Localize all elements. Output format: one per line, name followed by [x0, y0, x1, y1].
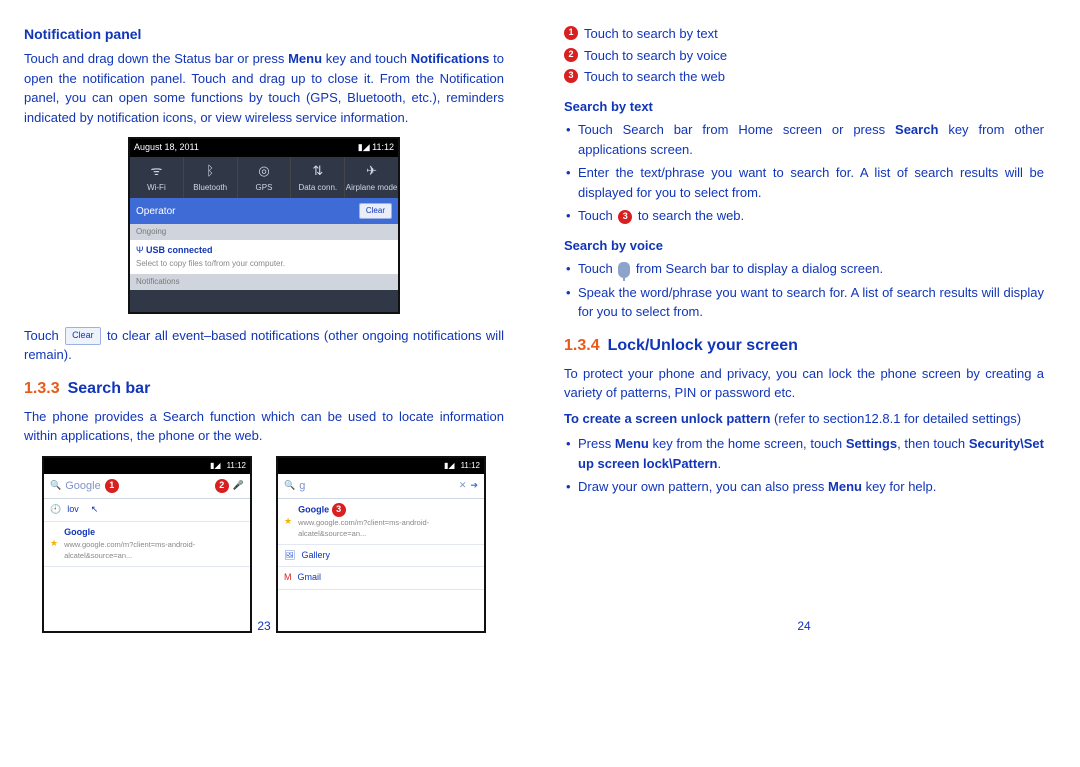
search-by-voice-heading: Search by voice	[564, 236, 1044, 256]
search-bar-paragraph: The phone provides a Search function whi…	[24, 407, 504, 446]
operator-label: Operator	[136, 204, 175, 219]
callout-3: 3	[332, 503, 346, 517]
google-brand: Google	[65, 478, 100, 495]
create-pattern-line: To create a screen unlock pattern (refer…	[564, 409, 1044, 429]
lock-paragraph: To protect your phone and privacy, you c…	[564, 364, 1044, 403]
sbv-bullet-2: Speak the word/phrase you want to search…	[564, 283, 1044, 322]
search-by-text-heading: Search by text	[564, 97, 1044, 117]
page-left: Notification panel Touch and drag down t…	[24, 24, 504, 643]
notification-panel-heading: Notification panel	[24, 24, 504, 45]
callout-legend: 1Touch to search by text 2Touch to searc…	[564, 24, 1044, 87]
wifi-icon: ᯤ	[130, 161, 183, 181]
screenshot-search-1: ▮◢11:12 🔍 Google 1 2 🎤 🕘lov↖ ★ Googlewww…	[42, 456, 252, 633]
query-text: g	[299, 478, 305, 495]
signal-icon: ▮◢	[444, 460, 455, 472]
bluetooth-icon: ᛒ	[184, 161, 237, 181]
signal-icon: ▮◢	[358, 142, 370, 152]
star-icon: ★	[50, 537, 58, 551]
mic-icon: 🎤	[233, 479, 244, 493]
clock-icon: 🕘	[50, 503, 61, 517]
search-icon: 🔍	[50, 479, 61, 493]
sbv-bullet-1: Touch from Search bar to display a dialo…	[564, 259, 1044, 279]
callout-1: 1	[105, 479, 119, 493]
search-screenshots-row: ▮◢11:12 🔍 Google 1 2 🎤 🕘lov↖ ★ Googlewww…	[24, 456, 504, 633]
go-icon: ➔	[470, 479, 478, 493]
arrow-icon: ↖	[91, 503, 99, 517]
page-right: 1Touch to search by text 2Touch to searc…	[564, 24, 1044, 643]
airplane-icon: ✈	[345, 161, 398, 181]
star-icon: ★	[284, 515, 292, 529]
sbt-bullet-1: Touch Search bar from Home screen or pre…	[564, 120, 1044, 159]
clear-button-mini: Clear	[359, 203, 392, 219]
close-icon: ✕	[459, 479, 467, 493]
search-icon: 🔍	[284, 479, 295, 493]
clear-chip: Clear	[65, 327, 101, 345]
data-icon: ⇅	[291, 161, 344, 181]
screenshot-notification-panel: August 18, 2011 ▮◢ 11:12 ᯤWi-Fi ᛒBluetoo…	[128, 137, 400, 314]
notification-panel-paragraph: Touch and drag down the Status bar or pr…	[24, 49, 504, 127]
callout-2: 2	[215, 479, 229, 493]
screenshot-search-2: ▮◢11:12 🔍 g ✕ ➔ ★ Google 3www.google.com…	[276, 456, 486, 633]
sbt-bullet-3: Touch 3 to search the web.	[564, 206, 1044, 226]
usb-icon: Ψ	[136, 245, 146, 255]
gmail-icon: M	[284, 571, 292, 585]
usb-notification: Ψ USB connected Select to copy files to/…	[130, 240, 398, 274]
mic-icon	[618, 262, 630, 278]
gallery-icon: 🖼	[284, 549, 295, 563]
status-date: August 18, 2011	[134, 141, 199, 155]
status-time: 11:12	[372, 142, 394, 152]
gps-icon: ◎	[238, 161, 291, 181]
clear-instruction: Touch Clear to clear all event–based not…	[24, 326, 504, 365]
notifications-label: Notifications	[130, 274, 398, 290]
page-number-left: 23	[24, 617, 504, 635]
ongoing-label: Ongoing	[130, 224, 398, 240]
lock-bullet-2: Draw your own pattern, you can also pres…	[564, 477, 1044, 497]
sbt-bullet-2: Enter the text/phrase you want to search…	[564, 163, 1044, 202]
lock-bullet-1: Press Menu key from the home screen, tou…	[564, 434, 1044, 473]
page-number-right: 24	[564, 617, 1044, 635]
signal-icon: ▮◢	[210, 460, 221, 472]
section-1-3-4: 1.3.4Lock/Unlock your screen	[564, 334, 1044, 358]
section-1-3-3: 1.3.3Search bar	[24, 377, 504, 401]
